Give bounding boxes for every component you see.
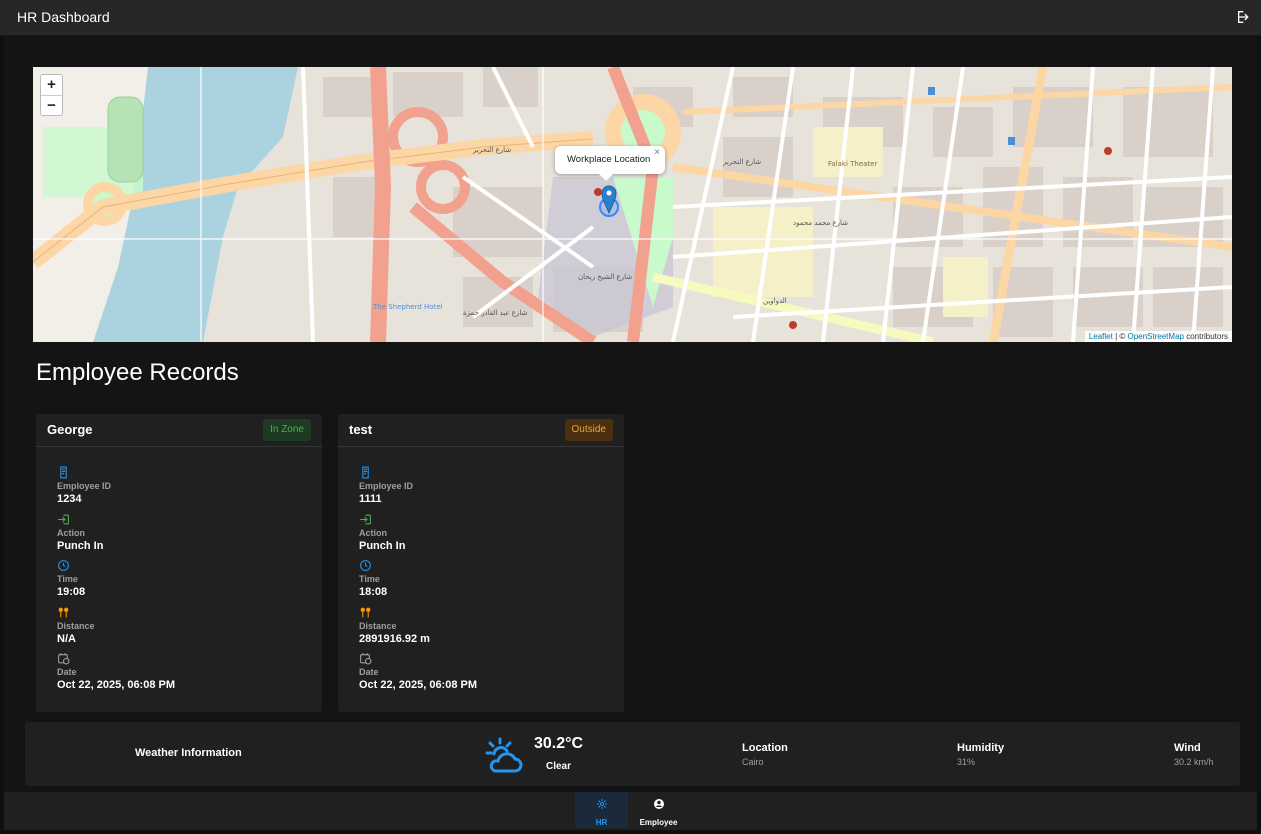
employee-id-field: Employee ID 1234	[57, 466, 307, 506]
date-field: Date Oct 22, 2025, 06:08 PM	[359, 652, 609, 692]
employee-name: George	[47, 422, 93, 437]
weather-location: Location Cairo	[742, 742, 788, 767]
route-icon	[58, 607, 69, 618]
stat-label: Location	[742, 742, 788, 754]
calendar-clock-icon	[360, 653, 372, 665]
field-label: Action	[359, 528, 387, 538]
app-title: HR Dashboard	[17, 9, 110, 25]
field-value: Punch In	[57, 540, 104, 552]
badge-icon	[362, 466, 369, 479]
status-badge: Outside	[564, 419, 613, 441]
weather-panel: Weather Information 30.2°C Clear Locatio…	[25, 722, 1240, 786]
field-value: 1234	[57, 493, 82, 505]
map-street-label: شارع عبد القادر حمزة	[463, 309, 527, 317]
distance-field: Distance N/A	[57, 606, 307, 646]
field-label: Action	[57, 528, 85, 538]
map-street-label: شارع الشيخ ريحان	[578, 273, 632, 281]
time-field: Time 18:08	[359, 559, 609, 599]
map-street-label: شارع التحرير	[472, 146, 511, 154]
field-label: Employee ID	[359, 481, 414, 491]
field-value: 2891916.92 m	[359, 633, 430, 645]
field-label: Time	[57, 574, 78, 584]
app-bar: HR Dashboard	[0, 0, 1261, 36]
employee-name: test	[349, 422, 373, 437]
bottom-navigation: HR Employee	[4, 792, 1257, 830]
zoom-control: + −	[40, 74, 63, 116]
field-label: Time	[359, 574, 380, 584]
nav-hr-label: HR	[595, 818, 608, 827]
attribution-separator: | ©	[1112, 332, 1128, 341]
workplace-popup: Workplace Location ×	[555, 146, 665, 181]
stat-value: Cairo	[742, 757, 764, 767]
employee-id-field: Employee ID 1111	[359, 466, 609, 506]
zoom-out-button[interactable]: −	[41, 95, 62, 115]
map-area-label: الدواوين	[763, 297, 787, 305]
clock-icon	[360, 560, 371, 571]
weather-title: Weather Information	[135, 747, 242, 759]
status-badge: In Zone	[263, 419, 311, 441]
map-attribution: Leaflet | © OpenStreetMap contributors	[1084, 331, 1232, 342]
field-value: 1111	[359, 493, 382, 505]
field-value: Oct 22, 2025, 06:08 PM	[57, 679, 176, 691]
popup-text: Workplace Location	[567, 154, 651, 165]
field-value: Punch In	[359, 540, 406, 552]
field-value: 19:08	[57, 586, 86, 598]
card-header: test Outside	[338, 414, 624, 447]
employee-records-title: Employee Records	[36, 359, 239, 386]
map-street-label: شارع التحرير	[722, 158, 761, 166]
attribution-suffix: contributors	[1183, 332, 1228, 341]
weather-humidity: Humidity 31%	[957, 742, 1004, 767]
map-poi-label: Falaki Theater	[828, 160, 877, 168]
stat-label: Wind	[1174, 742, 1201, 754]
field-label: Date	[57, 667, 77, 677]
nav-employee-label: Employee	[639, 818, 678, 827]
account-circle-icon	[653, 799, 664, 809]
gear-icon	[596, 799, 607, 809]
card-header: George In Zone	[36, 414, 322, 447]
action-field: Action Punch In	[57, 513, 307, 553]
route-icon	[360, 607, 371, 618]
field-label: Distance	[57, 621, 95, 631]
weather-condition: Clear	[546, 761, 572, 772]
distance-field: Distance 2891916.92 m	[359, 606, 609, 646]
nav-hr[interactable]: HR	[575, 792, 628, 828]
action-field: Action Punch In	[359, 513, 609, 553]
map[interactable]: شارع التحرير شارع التحرير Falaki Theater…	[33, 67, 1232, 342]
date-field: Date Oct 22, 2025, 06:08 PM	[57, 652, 307, 692]
field-label: Distance	[359, 621, 397, 631]
stat-value: 30.2 km/h	[1174, 757, 1214, 767]
field-value: 18:08	[359, 586, 388, 598]
osm-link[interactable]: OpenStreetMap	[1127, 332, 1183, 341]
logout-icon[interactable]	[1236, 9, 1252, 25]
clock-icon	[58, 560, 69, 571]
field-label: Employee ID	[57, 481, 112, 491]
partly-cloudy-icon	[485, 737, 523, 773]
field-value: Oct 22, 2025, 06:08 PM	[359, 679, 478, 691]
calendar-clock-icon	[58, 653, 70, 665]
login-icon	[360, 514, 371, 525]
popup-close-button[interactable]: ×	[654, 139, 660, 167]
login-icon	[58, 514, 69, 525]
time-field: Time 19:08	[57, 559, 307, 599]
badge-icon	[60, 466, 67, 479]
nav-employee[interactable]: Employee	[632, 792, 685, 828]
employee-card: George In Zone Employee ID 1234 Action P…	[36, 414, 322, 712]
temperature: 30.2°C	[534, 735, 584, 752]
zoom-in-button[interactable]: +	[41, 75, 62, 95]
leaflet-link[interactable]: Leaflet	[1089, 332, 1113, 341]
field-value: N/A	[57, 633, 76, 645]
employee-card: test Outside Employee ID 1111 Action Pun…	[338, 414, 624, 712]
stat-value: 31%	[957, 757, 976, 767]
map-poi-label: The Shepherd Hotel	[372, 303, 443, 311]
map-tiles[interactable]: شارع التحرير شارع التحرير Falaki Theater…	[33, 67, 1232, 342]
map-street-label: شارع محمد محمود	[793, 219, 848, 227]
field-label: Date	[359, 667, 379, 677]
weather-wind: Wind 30.2 km/h	[1174, 742, 1214, 767]
stat-label: Humidity	[957, 742, 1005, 754]
